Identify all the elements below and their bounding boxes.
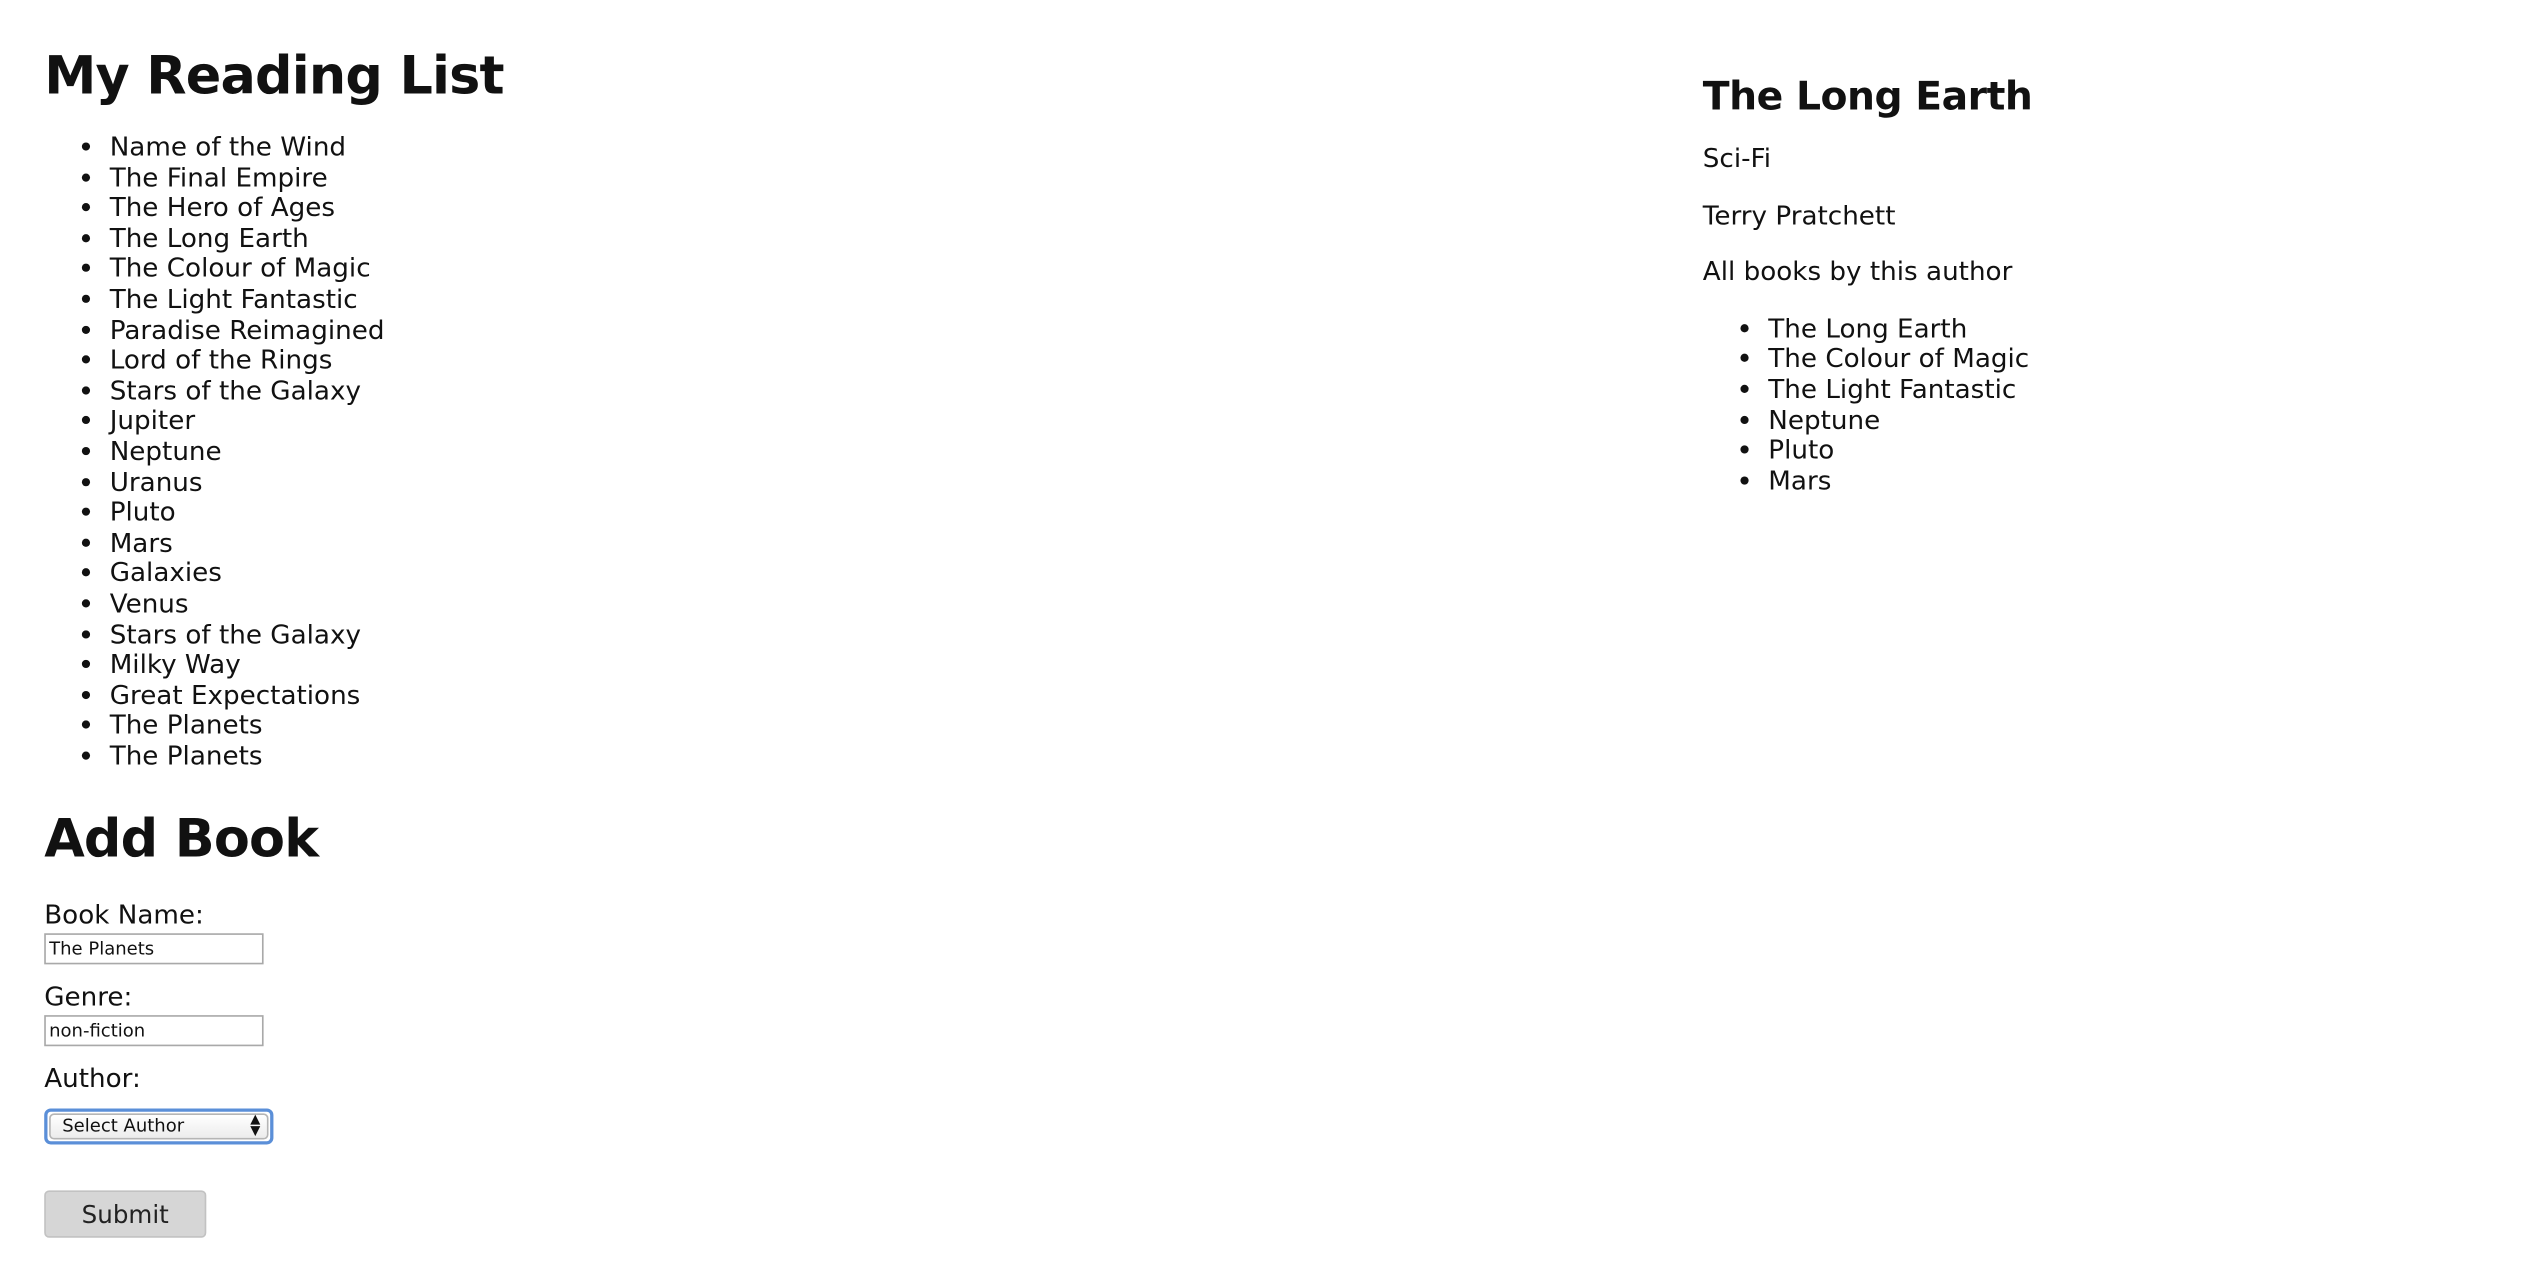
- add-book-title: Add Book: [44, 807, 319, 871]
- details-author: Terry Pratchett: [1702, 199, 1896, 231]
- book-list-item[interactable]: Stars of the Galaxy: [110, 619, 1027, 650]
- author-label: Author:: [44, 1063, 141, 1095]
- book-details: The Long Earth Sci-Fi Terry Pratchett Al…: [1703, 0, 2489, 497]
- page-title: My Reading List: [44, 44, 504, 107]
- book-list-item[interactable]: The Colour of Magic: [110, 253, 1027, 284]
- book-list-item[interactable]: Mars: [110, 527, 1027, 558]
- book-list-item[interactable]: The Planets: [110, 710, 1027, 741]
- author-field-group: Author: Select Author ▲ ▼: [44, 1063, 1026, 1146]
- genre-input[interactable]: [44, 1015, 264, 1048]
- book-list-item[interactable]: The Hero of Ages: [110, 193, 1027, 224]
- genre-label: Genre:: [44, 981, 133, 1013]
- author-select-value: Select Author: [62, 1115, 185, 1138]
- book-list-item[interactable]: Galaxies: [110, 558, 1027, 589]
- book-list: Name of the WindThe Final EmpireThe Hero…: [44, 132, 1027, 772]
- book-list-item[interactable]: Lord of the Rings: [110, 345, 1027, 376]
- book-name-field-group: Book Name:: [44, 899, 1026, 966]
- book-list-item[interactable]: Great Expectations: [110, 680, 1027, 711]
- book-list-item[interactable]: The Planets: [110, 741, 1027, 771]
- book-list-item[interactable]: Stars of the Galaxy: [110, 375, 1027, 406]
- author-book-item: Pluto: [1768, 435, 2488, 466]
- updown-arrows-icon: ▲ ▼: [250, 1112, 261, 1139]
- book-list-item[interactable]: The Final Empire: [110, 162, 1027, 193]
- book-list-item[interactable]: The Light Fantastic: [110, 284, 1027, 315]
- author-select-focus-ring: Select Author ▲ ▼: [44, 1109, 274, 1146]
- book-list-item[interactable]: Milky Way: [110, 649, 1027, 680]
- all-books-label: All books by this author: [1702, 255, 2013, 287]
- add-book-form: Add Book Book Name: Genre: Author: Selec…: [44, 808, 1026, 1239]
- author-book-item: The Colour of Magic: [1768, 343, 2488, 374]
- author-select[interactable]: Select Author ▲ ▼: [49, 1112, 269, 1141]
- details-genre: Sci-Fi: [1702, 142, 1771, 174]
- author-book-list: The Long EarthThe Colour of MagicThe Lig…: [1703, 313, 2489, 497]
- submit-button[interactable]: Submit: [44, 1191, 207, 1239]
- details-title: The Long Earth: [1702, 73, 2033, 120]
- author-book-item: The Light Fantastic: [1768, 374, 2488, 405]
- book-list-item[interactable]: Uranus: [110, 467, 1027, 498]
- book-list-item[interactable]: The Long Earth: [110, 223, 1027, 254]
- book-list-item[interactable]: Name of the Wind: [110, 132, 1027, 163]
- main-column: My Reading List Name of the WindThe Fina…: [44, 0, 1026, 1239]
- author-book-item: Mars: [1768, 465, 2488, 496]
- author-book-item: The Long Earth: [1768, 313, 2488, 344]
- book-name-input[interactable]: [44, 934, 264, 966]
- book-list-item[interactable]: Pluto: [110, 497, 1027, 528]
- book-list-item[interactable]: Paradise Reimagined: [110, 314, 1027, 345]
- book-list-item[interactable]: Neptune: [110, 436, 1027, 467]
- book-list-item[interactable]: Venus: [110, 588, 1027, 619]
- book-name-label: Book Name:: [44, 899, 204, 931]
- book-list-item[interactable]: Jupiter: [110, 406, 1027, 437]
- author-book-item: Neptune: [1768, 404, 2488, 435]
- genre-field-group: Genre:: [44, 981, 1026, 1048]
